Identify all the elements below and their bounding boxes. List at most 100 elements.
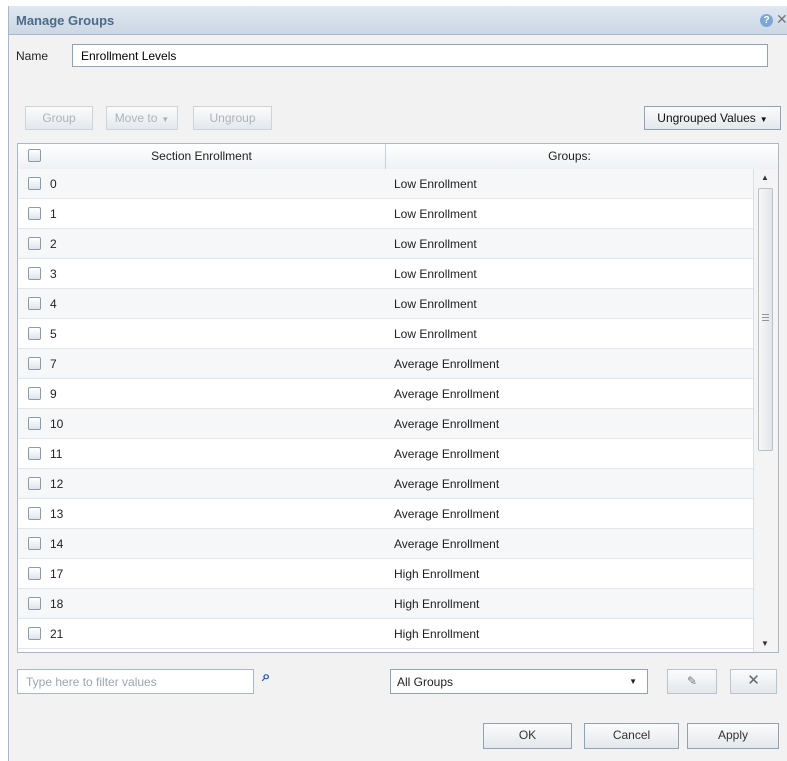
ungrouped-values-label: Ungrouped Values bbox=[657, 111, 756, 125]
apply-button[interactable]: Apply bbox=[687, 723, 779, 749]
edit-group-button[interactable]: ✎ bbox=[667, 669, 717, 694]
row-group: Low Enrollment bbox=[394, 237, 477, 251]
vertical-scrollbar[interactable]: ▲ ▼ bbox=[753, 169, 778, 652]
table-row[interactable]: 12 Average Enrollment bbox=[18, 469, 753, 499]
table-row[interactable]: 21 High Enrollment bbox=[18, 619, 753, 649]
binoculars-icon[interactable]: ⌕ bbox=[262, 668, 270, 685]
row-checkbox[interactable] bbox=[28, 627, 41, 640]
scrollbar-thumb[interactable] bbox=[758, 188, 773, 451]
row-value: 1 bbox=[50, 207, 57, 221]
ok-button[interactable]: OK bbox=[483, 723, 572, 749]
column-header-groups[interactable]: Groups: bbox=[386, 144, 753, 169]
row-value: 7 bbox=[50, 357, 57, 371]
row-checkbox[interactable] bbox=[28, 237, 41, 250]
cancel-button[interactable]: Cancel bbox=[584, 723, 679, 749]
name-label: Name bbox=[16, 49, 49, 63]
scroll-up-icon[interactable]: ▲ bbox=[761, 173, 769, 182]
apply-button-label: Apply bbox=[717, 728, 749, 742]
table-row[interactable]: 18 High Enrollment bbox=[18, 589, 753, 619]
row-group: Average Enrollment bbox=[394, 387, 500, 401]
row-group: High Enrollment bbox=[394, 597, 480, 611]
row-checkbox[interactable] bbox=[28, 537, 41, 550]
row-value: 0 bbox=[50, 177, 57, 191]
group-button[interactable]: Group bbox=[25, 106, 93, 130]
row-checkbox[interactable] bbox=[28, 567, 41, 580]
row-value: 17 bbox=[50, 567, 64, 581]
table-row[interactable]: 5 Low Enrollment bbox=[18, 319, 753, 349]
table-row[interactable]: 9 Average Enrollment bbox=[18, 379, 753, 409]
table-row[interactable]: 4 Low Enrollment bbox=[18, 289, 753, 319]
ungroup-button[interactable]: Ungroup bbox=[193, 106, 272, 130]
row-checkbox[interactable] bbox=[28, 477, 41, 490]
table-row[interactable]: 3 Low Enrollment bbox=[18, 259, 753, 289]
row-group: Average Enrollment bbox=[394, 447, 500, 461]
row-checkbox[interactable] bbox=[28, 597, 41, 610]
table-row[interactable]: 13 Average Enrollment bbox=[18, 499, 753, 529]
row-group: Low Enrollment bbox=[394, 177, 477, 191]
row-group: Average Enrollment bbox=[394, 507, 500, 521]
row-group: Average Enrollment bbox=[394, 537, 500, 551]
row-group: High Enrollment bbox=[394, 627, 480, 641]
row-checkbox[interactable] bbox=[28, 387, 41, 400]
close-icon[interactable]: ✕ bbox=[776, 11, 787, 28]
table-row[interactable]: 1 Low Enrollment bbox=[18, 199, 753, 229]
table-row[interactable]: 0 Low Enrollment bbox=[18, 169, 753, 199]
row-group: Low Enrollment bbox=[394, 297, 477, 311]
row-checkbox[interactable] bbox=[28, 297, 41, 310]
values-grid: Section Enrollment Groups: 0 Low Enrollme… bbox=[17, 143, 779, 653]
chevron-down-icon: ▼ bbox=[759, 115, 768, 124]
row-value: 4 bbox=[50, 297, 57, 311]
chevron-down-icon: ▼ bbox=[161, 115, 170, 124]
row-group: Average Enrollment bbox=[394, 477, 500, 491]
table-row[interactable]: 7 Average Enrollment bbox=[18, 349, 753, 379]
row-value: 9 bbox=[50, 387, 57, 401]
row-value: 2 bbox=[50, 237, 57, 251]
scroll-down-icon[interactable]: ▼ bbox=[761, 639, 769, 648]
table-row[interactable]: 10 Average Enrollment bbox=[18, 409, 753, 439]
row-group: Average Enrollment bbox=[394, 417, 500, 431]
delete-group-button[interactable]: ✕ bbox=[730, 669, 777, 694]
cancel-button-label: Cancel bbox=[612, 728, 651, 742]
row-value: 14 bbox=[50, 537, 64, 551]
row-checkbox[interactable] bbox=[28, 327, 41, 340]
row-value: 13 bbox=[50, 507, 64, 521]
row-checkbox[interactable] bbox=[28, 417, 41, 430]
row-group: Average Enrollment bbox=[394, 357, 500, 371]
grid-header: Section Enrollment Groups: bbox=[18, 144, 778, 170]
name-input[interactable] bbox=[72, 44, 768, 67]
row-group: Low Enrollment bbox=[394, 327, 477, 341]
groups-select-value: All Groups bbox=[397, 675, 454, 689]
row-checkbox[interactable] bbox=[28, 507, 41, 520]
column-header-section-enrollment[interactable]: Section Enrollment bbox=[18, 144, 385, 169]
row-value: 5 bbox=[50, 327, 57, 341]
groups-select[interactable]: All Groups ▼ bbox=[390, 669, 648, 694]
row-group: Low Enrollment bbox=[394, 207, 477, 221]
ok-button-label: OK bbox=[518, 728, 537, 742]
row-group: Low Enrollment bbox=[394, 267, 477, 281]
move-to-label: Move to bbox=[114, 111, 158, 125]
ungrouped-values-menu[interactable]: Ungrouped Values ▼ bbox=[644, 106, 781, 130]
x-icon: ✕ bbox=[747, 672, 760, 689]
chevron-down-icon: ▼ bbox=[629, 677, 637, 686]
row-checkbox[interactable] bbox=[28, 267, 41, 280]
title-bar[interactable]: Manage Groups ? ✕ bbox=[9, 6, 787, 35]
row-checkbox[interactable] bbox=[28, 177, 41, 190]
row-value: 11 bbox=[50, 447, 63, 461]
filter-input[interactable] bbox=[17, 669, 254, 694]
row-value: 21 bbox=[50, 627, 64, 641]
grip-icon bbox=[762, 314, 769, 315]
table-row[interactable]: 14 Average Enrollment bbox=[18, 529, 753, 559]
table-row[interactable]: 17 High Enrollment bbox=[18, 559, 753, 589]
table-row[interactable]: 2 Low Enrollment bbox=[18, 229, 753, 259]
row-value: 18 bbox=[50, 597, 64, 611]
row-checkbox[interactable] bbox=[28, 357, 41, 370]
help-icon[interactable]: ? bbox=[760, 14, 773, 27]
row-value: 10 bbox=[50, 417, 64, 431]
row-value: 12 bbox=[50, 477, 64, 491]
table-row[interactable]: 11 Average Enrollment bbox=[18, 439, 753, 469]
row-checkbox[interactable] bbox=[28, 207, 41, 220]
row-checkbox[interactable] bbox=[28, 447, 41, 460]
move-to-button[interactable]: Move to ▼ bbox=[106, 106, 178, 130]
group-button-label: Group bbox=[42, 111, 76, 125]
ungroup-button-label: Ungroup bbox=[209, 111, 256, 125]
